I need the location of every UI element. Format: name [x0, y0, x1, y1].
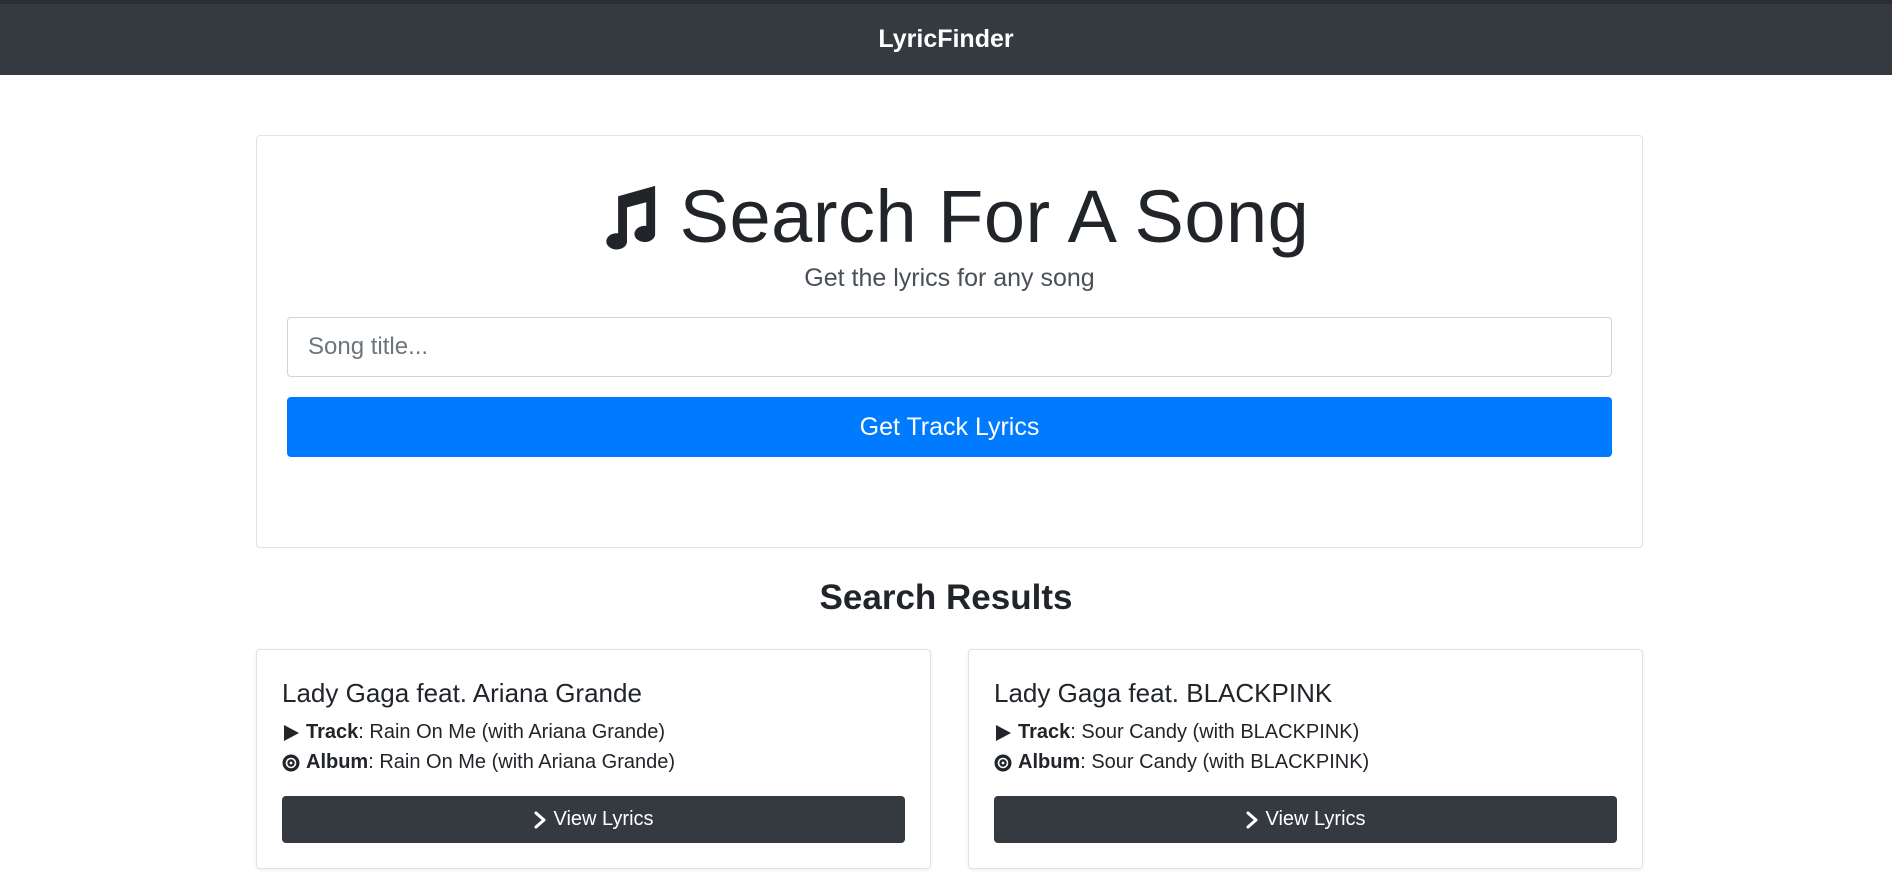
result-card: Lady Gaga feat. BLACKPINK Track : Sour C…: [968, 649, 1643, 869]
view-lyrics-button[interactable]: View Lyrics: [994, 796, 1617, 843]
page-title: Search For A Song: [679, 175, 1310, 258]
album-disc-icon: [994, 754, 1012, 771]
album-row: Album : Sour Candy (with BLACKPINK): [994, 751, 1369, 774]
track-value: : Sour Candy (with BLACKPINK): [1070, 721, 1360, 743]
album-row: Album : Rain On Me (with Ariana Grande): [282, 751, 675, 774]
track-label: Track: [306, 721, 359, 743]
navbar: LyricFinder: [0, 0, 1892, 75]
album-label: Album: [306, 751, 369, 773]
music-note-icon: [605, 185, 655, 249]
artist-name: Lady Gaga feat. BLACKPINK: [994, 678, 1333, 708]
hero-heading: Search For A Song: [257, 174, 1642, 259]
track-row: Track : Sour Candy (with BLACKPINK): [994, 721, 1359, 744]
artist-name: Lady Gaga feat. Ariana Grande: [282, 678, 642, 708]
track-row: Track : Rain On Me (with Ariana Grande): [282, 721, 665, 744]
album-disc-icon: [282, 754, 300, 771]
result-card: Lady Gaga feat. Ariana Grande Track : Ra…: [256, 649, 931, 869]
play-icon: [996, 724, 1011, 741]
search-results-heading: Search Results: [819, 578, 1073, 617]
view-lyrics-label: View Lyrics: [553, 808, 654, 830]
view-lyrics-button[interactable]: View Lyrics: [282, 796, 905, 843]
track-value: : Rain On Me (with Ariana Grande): [358, 721, 666, 743]
page-subtitle: Get the lyrics for any song: [804, 264, 1095, 292]
view-lyrics-label: View Lyrics: [1265, 808, 1366, 830]
brand-logo[interactable]: LyricFinder: [878, 25, 1013, 54]
search-card: Search For A Song Get the lyrics for any…: [256, 135, 1643, 548]
album-label: Album: [1018, 751, 1081, 773]
album-value: : Sour Candy (with BLACKPINK): [1080, 751, 1370, 773]
chevron-right-icon: [1246, 811, 1258, 828]
play-icon: [284, 724, 299, 741]
chevron-right-icon: [534, 811, 546, 828]
track-label: Track: [1018, 721, 1071, 743]
get-track-lyrics-button[interactable]: Get Track Lyrics: [287, 397, 1612, 457]
song-title-input[interactable]: [287, 317, 1612, 377]
album-value: : Rain On Me (with Ariana Grande): [368, 751, 676, 773]
